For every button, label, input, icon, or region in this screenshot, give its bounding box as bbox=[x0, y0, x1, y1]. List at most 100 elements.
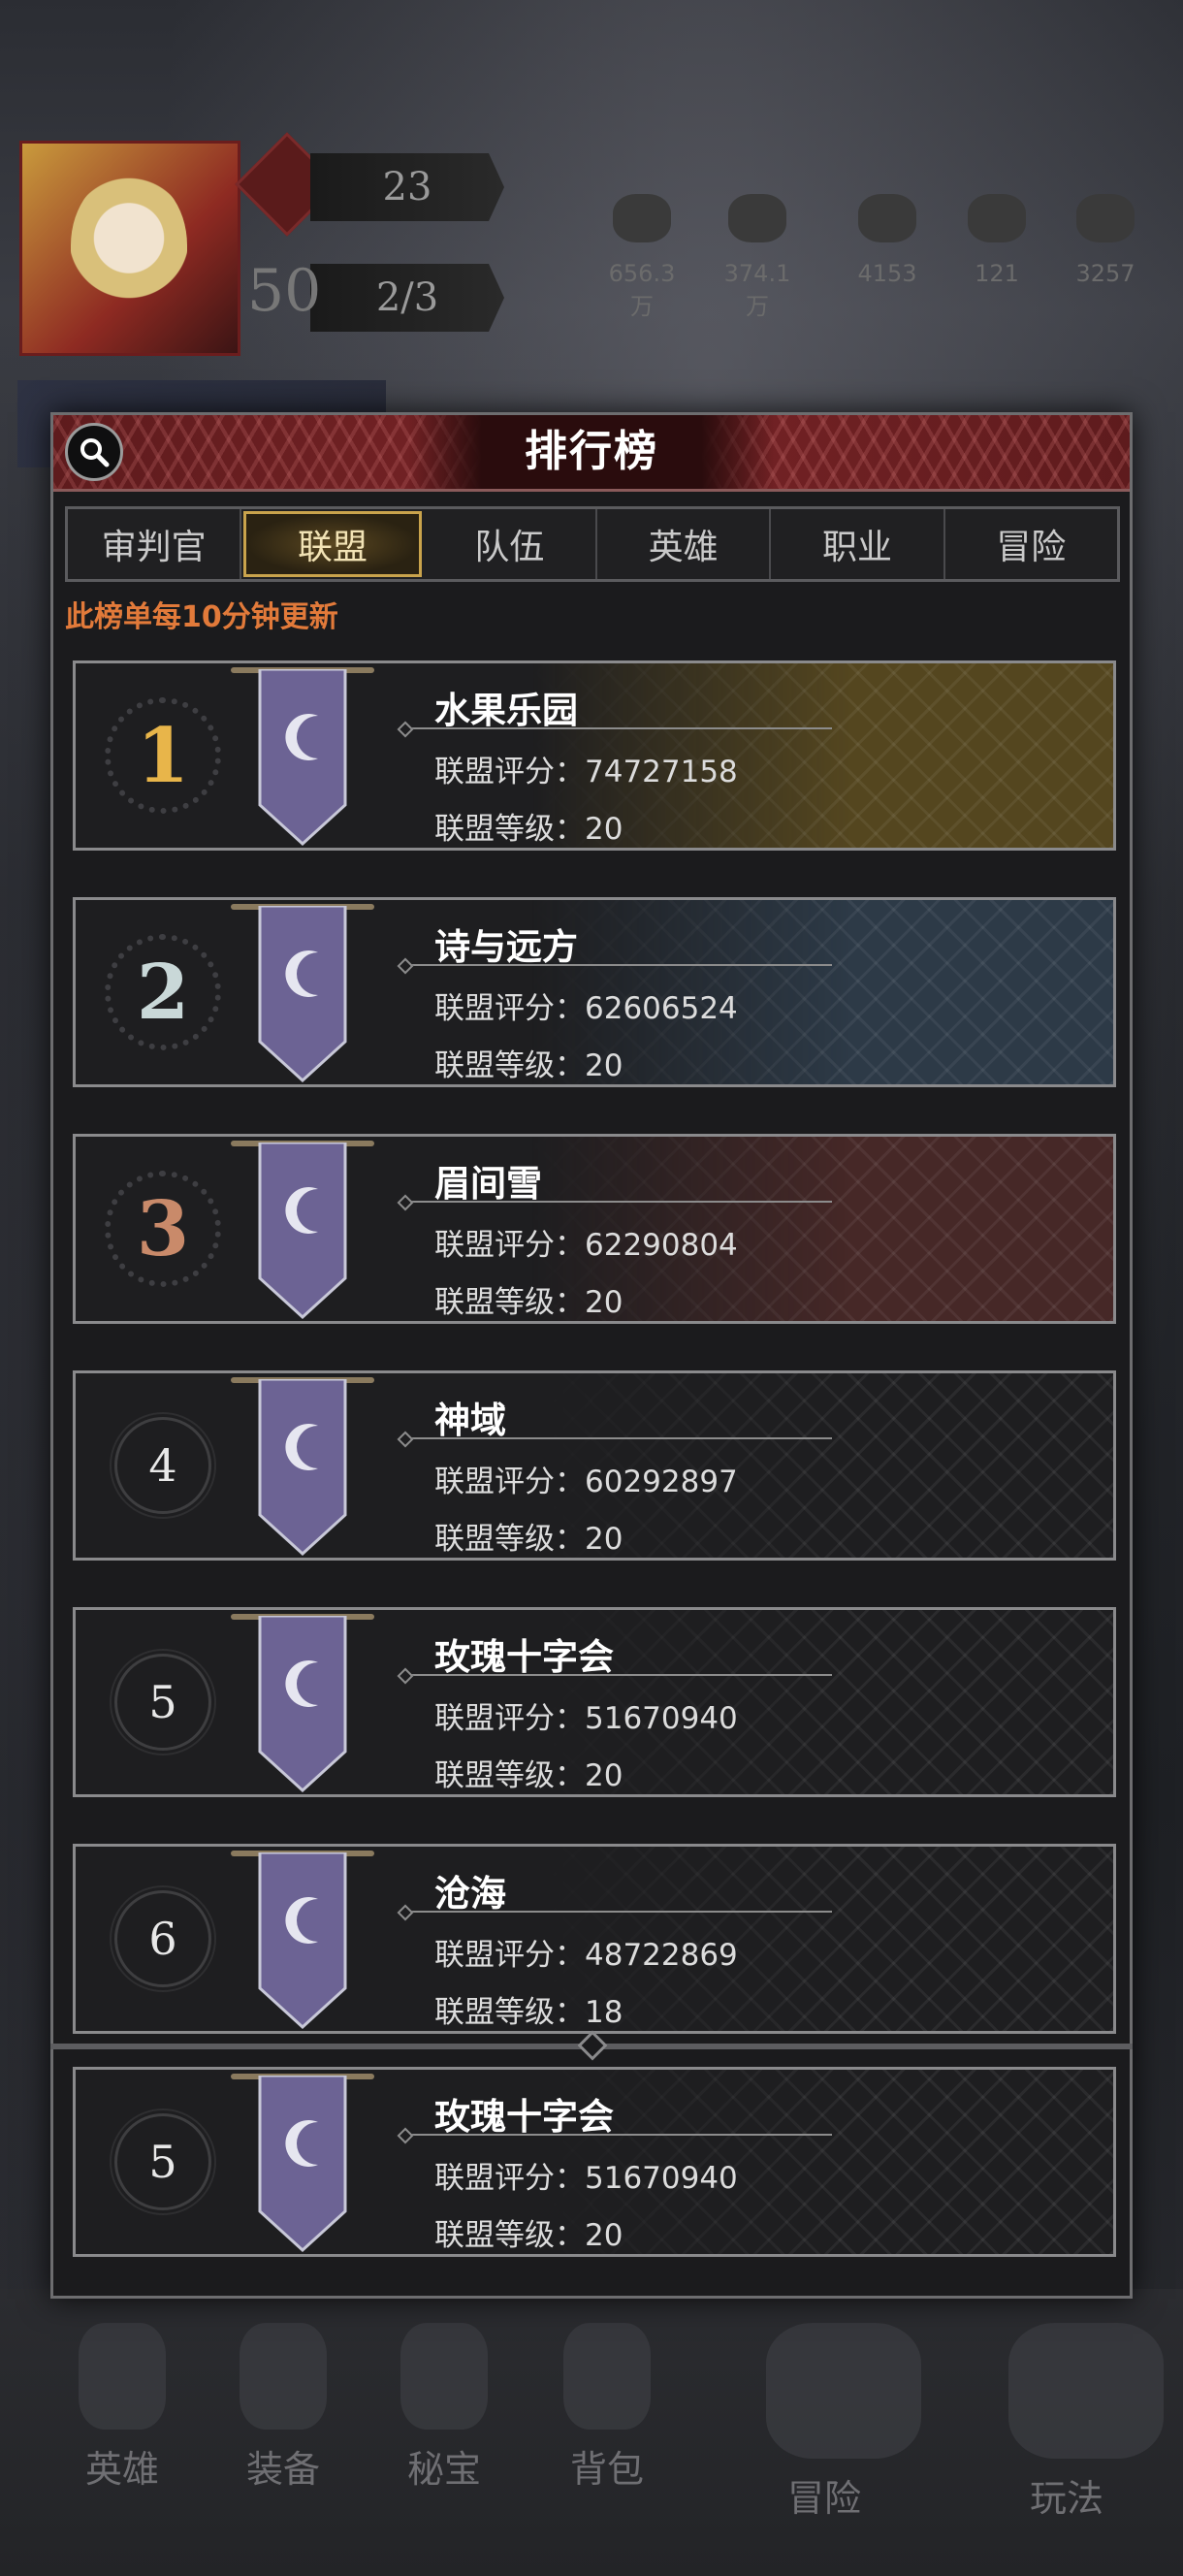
alliance-name: 水果乐园 bbox=[434, 690, 578, 731]
score-label: 联盟评分： bbox=[434, 991, 585, 1026]
level-value: 20 bbox=[585, 812, 623, 847]
card-info: 玫瑰十字会 联盟评分：51670940 联盟等级：20 bbox=[434, 2087, 738, 2254]
ranking-row[interactable]: 1 水果乐园 联盟评分：74727158 联盟等级：20 bbox=[73, 660, 1116, 851]
alliance-level: 联盟等级：20 bbox=[434, 1751, 738, 1794]
resource-3[interactable]: 4153 bbox=[853, 194, 921, 287]
level-value: 20 bbox=[585, 1522, 623, 1557]
alliance-score: 联盟评分：60292897 bbox=[434, 1457, 738, 1500]
level-value: 20 bbox=[585, 1758, 623, 1793]
nav-label: 背包 bbox=[569, 2448, 644, 2491]
my-alliance-row[interactable]: 5 玫瑰十字会 联盟评分：51670940 联盟等级：20 bbox=[73, 2067, 1116, 2257]
alliance-banner-icon bbox=[258, 1143, 347, 1319]
tab-class[interactable]: 职业 bbox=[771, 509, 945, 579]
resource-2[interactable]: 374.1万 bbox=[723, 194, 791, 321]
tab-hero[interactable]: 英雄 bbox=[597, 509, 772, 579]
nav-heroes[interactable]: 英雄 bbox=[64, 2323, 180, 2493]
level-label: 联盟等级： bbox=[434, 2218, 585, 2253]
player-avatar[interactable] bbox=[19, 141, 240, 356]
level-label: 联盟等级： bbox=[434, 1758, 585, 1793]
alliance-name: 诗与远方 bbox=[434, 926, 578, 968]
ranking-row[interactable]: 3 眉间雪 联盟评分：62290804 联盟等级：20 bbox=[73, 1134, 1116, 1324]
resource-value: 121 bbox=[975, 260, 1019, 287]
energy-value: 2/3 bbox=[310, 264, 504, 332]
alliance-banner-icon bbox=[258, 1616, 347, 1792]
leaderboard-panel: 排行榜 审判官 联盟 队伍 英雄 职业 冒险 此榜单每10分钟更新 1 水果乐园… bbox=[50, 412, 1133, 2299]
gate-icon bbox=[1008, 2323, 1164, 2459]
resource-5[interactable]: 3257 bbox=[1071, 194, 1139, 287]
chalice-icon bbox=[400, 2323, 488, 2430]
tab-judge[interactable]: 审判官 bbox=[68, 509, 242, 579]
score-value: 74727158 bbox=[585, 755, 738, 789]
nav-bag[interactable]: 背包 bbox=[549, 2323, 665, 2493]
alliance-name: 神域 bbox=[434, 1400, 506, 1441]
rank-badge: 5 bbox=[110, 2109, 216, 2215]
resource-value: 3257 bbox=[1075, 260, 1135, 287]
sword-icon bbox=[240, 2323, 327, 2430]
nav-adventure[interactable]: 冒险 bbox=[766, 2323, 921, 2522]
resource-1[interactable]: 656.3万 bbox=[608, 194, 676, 321]
coin-icon bbox=[968, 194, 1026, 242]
alliance-banner-icon bbox=[258, 2076, 347, 2252]
card-info: 玫瑰十字会 联盟评分：51670940 联盟等级：20 bbox=[434, 1627, 738, 1794]
card-info: 水果乐园 联盟评分：74727158 联盟等级：20 bbox=[434, 681, 738, 848]
ranking-list: 1 水果乐园 联盟评分：74727158 联盟等级：20 2 诗与远方 联盟评分… bbox=[50, 660, 1133, 2257]
ore-icon bbox=[728, 194, 786, 242]
alliance-score: 联盟评分：48722869 bbox=[434, 1930, 738, 1974]
alliance-banner-icon bbox=[258, 906, 347, 1082]
ranking-row[interactable]: 5 玫瑰十字会 联盟评分：51670940 联盟等级：20 bbox=[73, 1607, 1116, 1797]
score-label: 联盟评分： bbox=[434, 1228, 585, 1263]
resource-4[interactable]: 121 bbox=[963, 194, 1031, 287]
power-value: 23 bbox=[310, 153, 504, 221]
resource-value: 656.3万 bbox=[608, 260, 676, 320]
ranking-row[interactable]: 6 沧海 联盟评分：48722869 联盟等级：18 bbox=[73, 1844, 1116, 2034]
alliance-score: 联盟评分：51670940 bbox=[434, 1693, 738, 1737]
player-level: 50 bbox=[247, 257, 322, 325]
bag-icon bbox=[563, 2323, 651, 2430]
hero-icon bbox=[79, 2323, 166, 2430]
level-label: 联盟等级： bbox=[434, 1522, 585, 1557]
nav-label: 冒险 bbox=[786, 2477, 861, 2520]
search-button[interactable] bbox=[65, 423, 123, 481]
score-value: 48722869 bbox=[585, 1938, 738, 1973]
score-label: 联盟评分： bbox=[434, 2161, 585, 2196]
resource-value: 4153 bbox=[857, 260, 917, 287]
score-value: 51670940 bbox=[585, 2161, 738, 2196]
alliance-level: 联盟等级：20 bbox=[434, 1514, 738, 1558]
card-info: 眉间雪 联盟评分：62290804 联盟等级：20 bbox=[434, 1154, 738, 1321]
alliance-level: 联盟等级：20 bbox=[434, 1041, 738, 1084]
alliance-name: 玫瑰十字会 bbox=[434, 1636, 614, 1678]
crossed-swords-icon bbox=[766, 2323, 921, 2459]
tab-team[interactable]: 队伍 bbox=[424, 509, 597, 579]
panel-header: 排行榜 bbox=[53, 415, 1130, 492]
alliance-level: 联盟等级：20 bbox=[434, 1277, 738, 1321]
score-label: 联盟评分： bbox=[434, 1938, 585, 1973]
nav-equipment[interactable]: 装备 bbox=[225, 2323, 341, 2493]
rank-badge: 4 bbox=[110, 1412, 216, 1519]
alliance-score: 联盟评分：51670940 bbox=[434, 2153, 738, 2197]
rank-badge: 1 bbox=[105, 697, 221, 814]
rank-badge: 2 bbox=[105, 934, 221, 1050]
alliance-score: 联盟评分：74727158 bbox=[434, 747, 738, 790]
nav-label: 秘宝 bbox=[406, 2448, 481, 2491]
ranking-row[interactable]: 2 诗与远方 联盟评分：62606524 联盟等级：20 bbox=[73, 897, 1116, 1087]
alliance-level: 联盟等级：20 bbox=[434, 2210, 738, 2254]
alliance-level: 联盟等级：18 bbox=[434, 1987, 738, 2031]
nav-label: 英雄 bbox=[84, 2448, 159, 2491]
tab-adventure[interactable]: 冒险 bbox=[945, 509, 1117, 579]
nav-gameplay[interactable]: 玩法 bbox=[1008, 2323, 1164, 2522]
resource-value: 374.1万 bbox=[723, 260, 791, 320]
card-info: 神域 联盟评分：60292897 联盟等级：20 bbox=[434, 1391, 738, 1558]
gold-icon bbox=[613, 194, 671, 242]
card-info: 沧海 联盟评分：48722869 联盟等级：18 bbox=[434, 1864, 738, 2031]
nav-treasure[interactable]: 秘宝 bbox=[386, 2323, 502, 2493]
alliance-banner-icon bbox=[258, 1852, 347, 2029]
rank-badge: 5 bbox=[110, 1649, 216, 1755]
level-value: 20 bbox=[585, 1285, 623, 1320]
update-notice: 此榜单每10分钟更新 bbox=[65, 600, 338, 634]
tab-alliance[interactable]: 联盟 bbox=[243, 511, 422, 577]
level-label: 联盟等级： bbox=[434, 812, 585, 847]
ranking-row[interactable]: 4 神域 联盟评分：60292897 联盟等级：20 bbox=[73, 1370, 1116, 1561]
score-value: 51670940 bbox=[585, 1701, 738, 1736]
score-label: 联盟评分： bbox=[434, 1701, 585, 1736]
nav-label: 玩法 bbox=[1029, 2477, 1103, 2520]
